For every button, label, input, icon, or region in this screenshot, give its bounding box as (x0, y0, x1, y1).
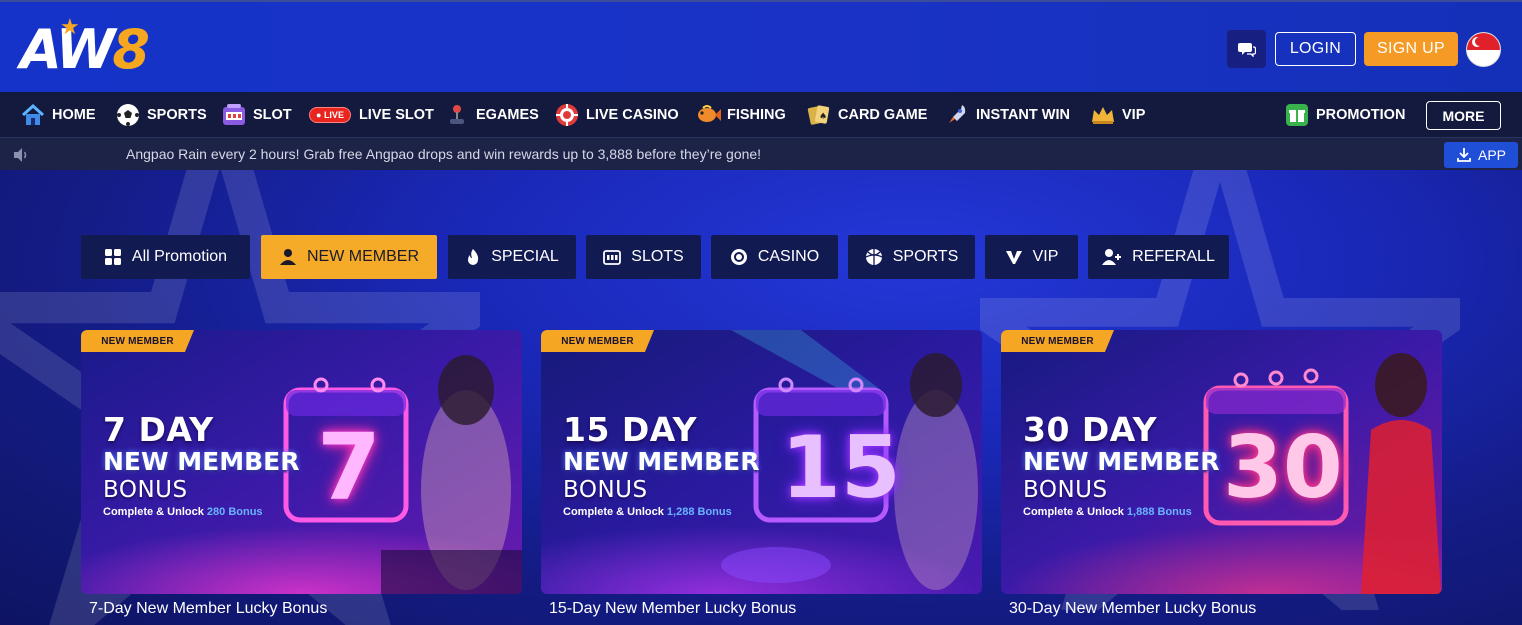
live-badge-icon: ● LIVE (309, 106, 351, 123)
crown-icon (1090, 102, 1116, 128)
gift-icon (1284, 102, 1310, 128)
nav-item-vip[interactable]: VIP (1090, 92, 1145, 137)
tab-special[interactable]: SPECIAL (448, 235, 576, 279)
nav-item-live-slot[interactable]: ● LIVE LIVE SLOT (309, 92, 434, 137)
new-member-badge: NEW MEMBER (1001, 330, 1114, 352)
user-icon (280, 249, 296, 265)
add-user-icon (1102, 249, 1122, 265)
vip-icon (1005, 251, 1022, 264)
new-member-badge: NEW MEMBER (541, 330, 654, 352)
promo-caption-7-day[interactable]: 7-Day New Member Lucky Bonus (89, 600, 327, 618)
promo-title-bonus: BONUS (563, 477, 648, 503)
soccer-ball-icon (115, 102, 141, 128)
nav-item-promotion[interactable]: PROMOTION (1284, 92, 1405, 137)
promo-card-15-day[interactable]: 15 NEW MEMBER 15 DAY NEW MEMBER BONUS Co… (541, 330, 982, 594)
promo-title-days: 30 DAY (1023, 410, 1158, 449)
promo-subtitle: Complete & Unlock 1,888 Bonus (1023, 506, 1192, 518)
big-number-label: 30 (1223, 418, 1343, 518)
playing-cards-icon: ♠ (806, 102, 832, 128)
tab-all-promotion[interactable]: All Promotion (81, 235, 250, 279)
poker-chip-icon (554, 102, 580, 128)
more-button[interactable]: MORE (1426, 101, 1501, 130)
nav-item-fishing[interactable]: FISHING (695, 92, 786, 137)
promo-card-30-day[interactable]: 30 NEW MEMBER 30 DAY NEW MEMBER BONUS Co… (1001, 330, 1442, 594)
tab-referall[interactable]: REFERALL (1088, 235, 1229, 279)
tab-new-member[interactable]: NEW MEMBER (261, 235, 437, 279)
svg-text:♠: ♠ (819, 112, 827, 122)
site-logo[interactable]: AW8 ★ (20, 16, 172, 82)
grid-icon (104, 249, 121, 265)
slot-icon (603, 250, 622, 265)
nav-item-instant-win[interactable]: INSTANT WIN (944, 92, 1070, 137)
promo-title-days: 15 DAY (563, 410, 698, 449)
big-number-label: 15 (781, 418, 901, 518)
promo-subtitle: Complete & Unlock 1,288 Bonus (563, 506, 732, 518)
announcement-text: Angpao Rain every 2 hours! Grab free Ang… (126, 146, 762, 162)
promo-caption-15-day[interactable]: 15-Day New Member Lucky Bonus (549, 600, 796, 618)
main-nav: HOME SPORTS SLOT ● LIVE LIVE SLOT EGAMES … (0, 92, 1522, 137)
promo-title-bonus: BONUS (103, 477, 188, 503)
joystick-icon (444, 102, 470, 128)
tab-casino[interactable]: CASINO (711, 235, 838, 279)
new-member-badge: NEW MEMBER (81, 330, 194, 352)
promo-title-days: 7 DAY (103, 410, 214, 449)
chip-icon (730, 249, 747, 265)
download-icon (1457, 148, 1471, 162)
home-icon (20, 102, 46, 128)
nav-item-egames[interactable]: EGAMES (444, 92, 539, 137)
logo-wordmark: AW8 (20, 18, 150, 81)
promo-caption-30-day[interactable]: 30-Day New Member Lucky Bonus (1009, 600, 1256, 618)
nav-item-slot[interactable]: SLOT (221, 92, 292, 137)
fish-icon (695, 102, 721, 128)
promo-title-member: NEW MEMBER (563, 447, 760, 476)
nav-item-sports[interactable]: SPORTS (115, 92, 207, 137)
rocket-icon (944, 102, 970, 128)
login-button[interactable]: LOGIN (1275, 32, 1356, 66)
announcement-bar: Angpao Rain every 2 hours! Grab free Ang… (0, 137, 1522, 170)
chat-bubble-icon (1237, 43, 1256, 57)
promo-title-member: NEW MEMBER (103, 447, 300, 476)
flame-icon (468, 249, 479, 265)
site-header: AW8 ★ LOGIN SIGN UP (0, 0, 1522, 92)
nav-item-live-casino[interactable]: LIVE CASINO (554, 92, 679, 137)
app-download-button[interactable]: APP (1444, 142, 1518, 168)
signup-button[interactable]: SIGN UP (1364, 32, 1458, 66)
tab-vip[interactable]: VIP (985, 235, 1078, 279)
promotions-section: All Promotion NEW MEMBER SPECIAL SLOTS C… (0, 170, 1522, 625)
promo-subtitle: Complete & Unlock 280 Bonus (103, 506, 263, 518)
tab-sports[interactable]: SPORTS (848, 235, 975, 279)
promo-title-bonus: BONUS (1023, 477, 1108, 503)
nav-item-card-game[interactable]: ♠ CARD GAME (806, 92, 927, 137)
live-chat-button[interactable] (1227, 30, 1266, 68)
big-number-label: 7 (317, 414, 382, 521)
promo-title-member: NEW MEMBER (1023, 447, 1220, 476)
slot-machine-icon (221, 102, 247, 128)
singapore-flag-icon[interactable] (1466, 32, 1501, 67)
tab-slots[interactable]: SLOTS (586, 235, 701, 279)
nav-item-home[interactable]: HOME (20, 92, 96, 137)
logo-star-icon: ★ (60, 14, 80, 39)
speaker-icon (14, 148, 27, 162)
ball-icon (865, 249, 883, 265)
promo-card-7-day[interactable]: 7 NEW MEMBER 7 DAY NEW MEMBER BONUS Comp… (81, 330, 522, 594)
